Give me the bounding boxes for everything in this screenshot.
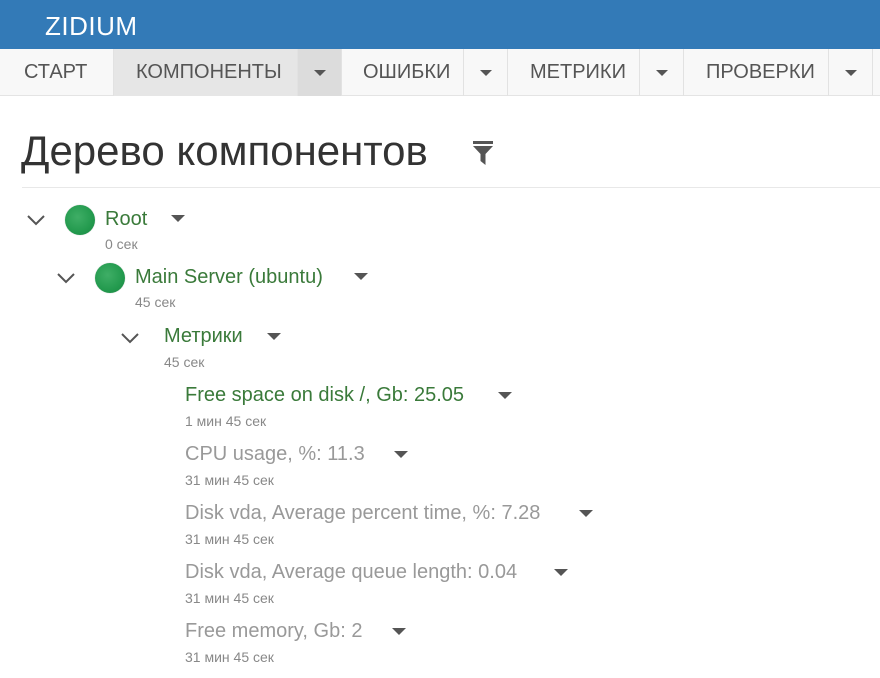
metric-item[interactable]: Free memory, Gb: 2 [185,619,362,643]
metric-item[interactable]: Free space on disk /, Gb: 25.05 [185,383,464,407]
node-duration: 45 сек [135,294,176,310]
collapse-chevron-icon[interactable] [56,271,76,285]
menu-item-label: СТАРТ [24,61,88,83]
menu-item-components[interactable]: КОМПОНЕНТЫ [114,49,297,96]
collapse-chevron-icon[interactable] [26,213,46,227]
collapse-chevron-icon[interactable] [120,331,140,345]
metric-duration: 31 мин 45 сек [185,590,274,606]
menu-item-errors[interactable]: ОШИБКИ [342,49,462,96]
metric-duration: 31 мин 45 сек [185,472,274,488]
menu-item-label: ПРОВЕРКИ [706,61,815,83]
metric-duration: 31 мин 45 сек [185,531,274,547]
status-ok-icon [65,205,95,235]
metrics-dropdown-button[interactable] [639,49,683,96]
menu-divider [872,49,873,96]
menu-item-metrics[interactable]: МЕТРИКИ [508,49,638,96]
node-menu-caret-icon[interactable] [267,333,281,340]
node-duration: 45 сек [164,354,205,370]
errors-dropdown-button[interactable] [463,49,507,96]
menu-item-checks[interactable]: ПРОВЕРКИ [684,49,828,96]
main-menu: СТАРТ КОМПОНЕНТЫ ОШИБКИ МЕТРИКИ ПРОВЕРКИ [0,49,880,96]
node-menu-caret-icon[interactable] [354,273,368,280]
menu-item-label: МЕТРИКИ [530,61,626,83]
metric-duration: 31 мин 45 сек [185,649,274,665]
metric-menu-caret-icon[interactable] [392,628,406,635]
status-ok-icon [95,263,125,293]
menu-item-start[interactable]: СТАРТ [0,49,113,96]
menu-item-label: КОМПОНЕНТЫ [136,61,282,83]
tree-node-root[interactable]: Root [105,207,147,231]
tree-node-main-server[interactable]: Main Server (ubuntu) [135,265,323,289]
metric-menu-caret-icon[interactable] [554,569,568,576]
tree-node-metrics-group[interactable]: Метрики [164,324,243,348]
metric-item[interactable]: Disk vda, Average percent time, %: 7.28 [185,501,540,525]
metric-item[interactable]: CPU usage, %: 11.3 [185,442,365,466]
menu-item-label: ОШИБКИ [363,61,451,83]
components-dropdown-button[interactable] [297,49,341,96]
page-title: Дерево компонентов [21,127,428,174]
brand-logo[interactable]: ZIDIUM [45,11,138,42]
metric-duration: 1 мин 45 сек [185,413,267,429]
node-duration: 0 сек [105,236,138,252]
metric-menu-caret-icon[interactable] [498,392,512,399]
metric-item[interactable]: Disk vda, Average queue length: 0.04 [185,560,517,584]
filter-icon[interactable] [472,140,494,166]
title-divider [22,187,880,188]
metric-menu-caret-icon[interactable] [394,451,408,458]
node-menu-caret-icon[interactable] [171,215,185,222]
app-header: ZIDIUM [0,0,880,49]
metric-menu-caret-icon[interactable] [579,510,593,517]
checks-dropdown-button[interactable] [828,49,872,96]
